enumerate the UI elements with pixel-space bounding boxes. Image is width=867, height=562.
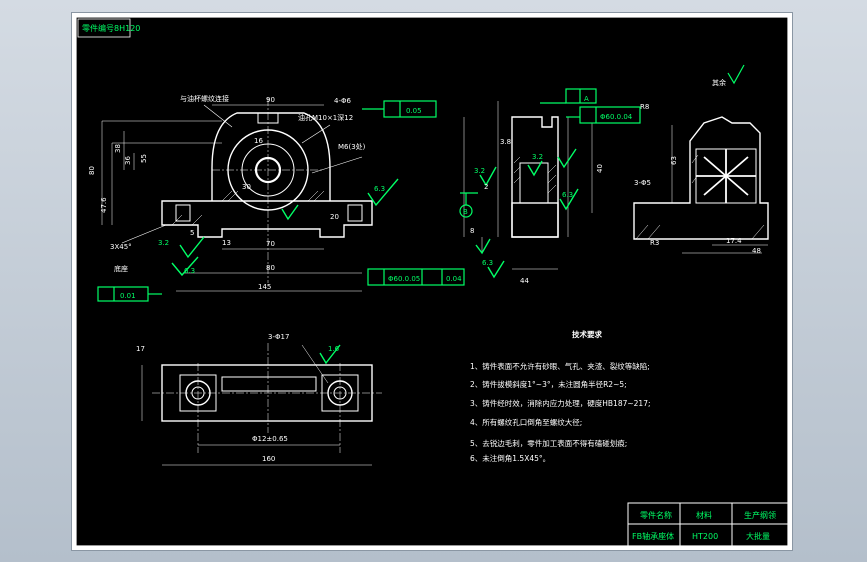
dim-17: 17 xyxy=(136,345,145,353)
dim-80b: 80 xyxy=(266,264,275,272)
dim-174: 17.4 xyxy=(726,237,742,245)
tb-v3: 大批量 xyxy=(746,531,770,541)
callout-m6: M6(3处) xyxy=(338,142,366,151)
dim-38: 38 xyxy=(114,144,122,153)
tb-v1: FB轴承座体 xyxy=(632,531,674,541)
ra-side-1: 3.2 xyxy=(474,167,485,175)
notes-line-2: 2、铸件拔模斜度1°~3°，未注圆角半径R2~5; xyxy=(470,379,627,389)
notes-line-3: 3、铸件经时效，消除内应力处理，硬度HB187~217; xyxy=(470,398,651,408)
tb-h3: 生产纲领 xyxy=(744,510,776,520)
dim-16: 16 xyxy=(254,137,263,145)
dim-3-0: 3-Φ5 xyxy=(634,179,651,187)
dim-r8: R8 xyxy=(640,103,649,111)
gdt-flat-b: 0.04 xyxy=(446,275,462,283)
drawing-canvas: 零件编号8H120 90 16 4-Φ6 80 47.6 38 36 55 30… xyxy=(75,16,789,547)
ra-side-3: 6.3 xyxy=(562,191,573,199)
dim-side-d38b: 3.8 xyxy=(500,138,511,146)
ra-top: 1.6 xyxy=(328,345,340,353)
ra-front-1: 6.3 xyxy=(374,185,385,193)
stamp-text: 零件编号8H120 xyxy=(82,23,140,33)
notes-title: 技术要求 xyxy=(572,329,602,339)
gdt-parallel-top: Φ60.0.04 xyxy=(600,113,633,121)
notes-line-4: 4、所有螺纹孔口倒角至螺纹大径; xyxy=(470,417,582,427)
section-ribs xyxy=(696,149,756,203)
dim-145: 145 xyxy=(258,283,271,291)
ra-front-3: 3.2 xyxy=(158,239,169,247)
dim-80: 80 xyxy=(88,166,96,175)
dim-63: 63 xyxy=(670,156,678,165)
rough-rest-label: 其余 xyxy=(712,78,726,87)
gdt-flat: 0.01 xyxy=(120,292,136,300)
dim-160: 160 xyxy=(262,455,275,463)
dim-side-44: 44 xyxy=(520,277,529,285)
gdt-parallel-b: Φ60.0.05 xyxy=(388,275,420,283)
tb-v2: HT200 xyxy=(692,532,718,541)
dim-70: 70 xyxy=(266,240,275,248)
callout-base: 底座 xyxy=(114,264,128,273)
dim-side-2: 2 xyxy=(484,183,488,191)
callout-oil-hole: 油孔M10×1深12 xyxy=(298,113,353,122)
cad-viewport[interactable]: 零件编号8H120 90 16 4-Φ6 80 47.6 38 36 55 30… xyxy=(0,0,867,562)
tb-h1: 零件名称 xyxy=(640,510,672,520)
dim-side-40: 40 xyxy=(596,164,604,173)
dim-4-6: 4-Φ6 xyxy=(334,97,351,105)
notes-line-1: 1、铸件表面不允许有砂眼、气孔、夹渣、裂纹等缺陷; xyxy=(470,361,650,371)
dim-90: 90 xyxy=(266,96,275,104)
dim-48: 48 xyxy=(752,247,761,255)
gdt-ref-side: A xyxy=(584,95,589,103)
dim-side-8: 8 xyxy=(470,227,474,235)
callout-oil-cup: 与油杯螺纹连接 xyxy=(180,94,229,103)
dim-r3: R3 xyxy=(650,239,659,247)
ra-side-4: 6.3 xyxy=(482,259,493,267)
notes-line-5: 5、去锐边毛刺，零件加工表面不得有磕碰划痕; xyxy=(470,438,627,448)
dim-476: 47.6 xyxy=(100,197,108,213)
dim-36: 36 xyxy=(124,156,132,165)
dim-55: 55 xyxy=(140,154,148,163)
dim-30: 30 xyxy=(242,183,251,191)
callout-chamfer: 3X45° xyxy=(110,243,132,251)
dim-5: 5 xyxy=(190,229,194,237)
ra-front-2: 6.3 xyxy=(184,267,195,275)
notes-line-6: 6、未注倒角1.5X45°。 xyxy=(470,453,550,463)
gdt-perp: 0.05 xyxy=(406,107,422,115)
gdt-ref-b: B xyxy=(463,208,468,216)
dim-3-17: 3-Φ17 xyxy=(268,333,289,341)
dim-13: 13 xyxy=(222,239,231,247)
drawing-sheet: 零件编号8H120 90 16 4-Φ6 80 47.6 38 36 55 30… xyxy=(72,13,792,550)
dim-12-65: Φ12±0.65 xyxy=(252,435,288,443)
ra-side-2: 3.2 xyxy=(532,153,543,161)
dim-20: 20 xyxy=(330,213,339,221)
tb-h2: 材料 xyxy=(696,510,712,520)
